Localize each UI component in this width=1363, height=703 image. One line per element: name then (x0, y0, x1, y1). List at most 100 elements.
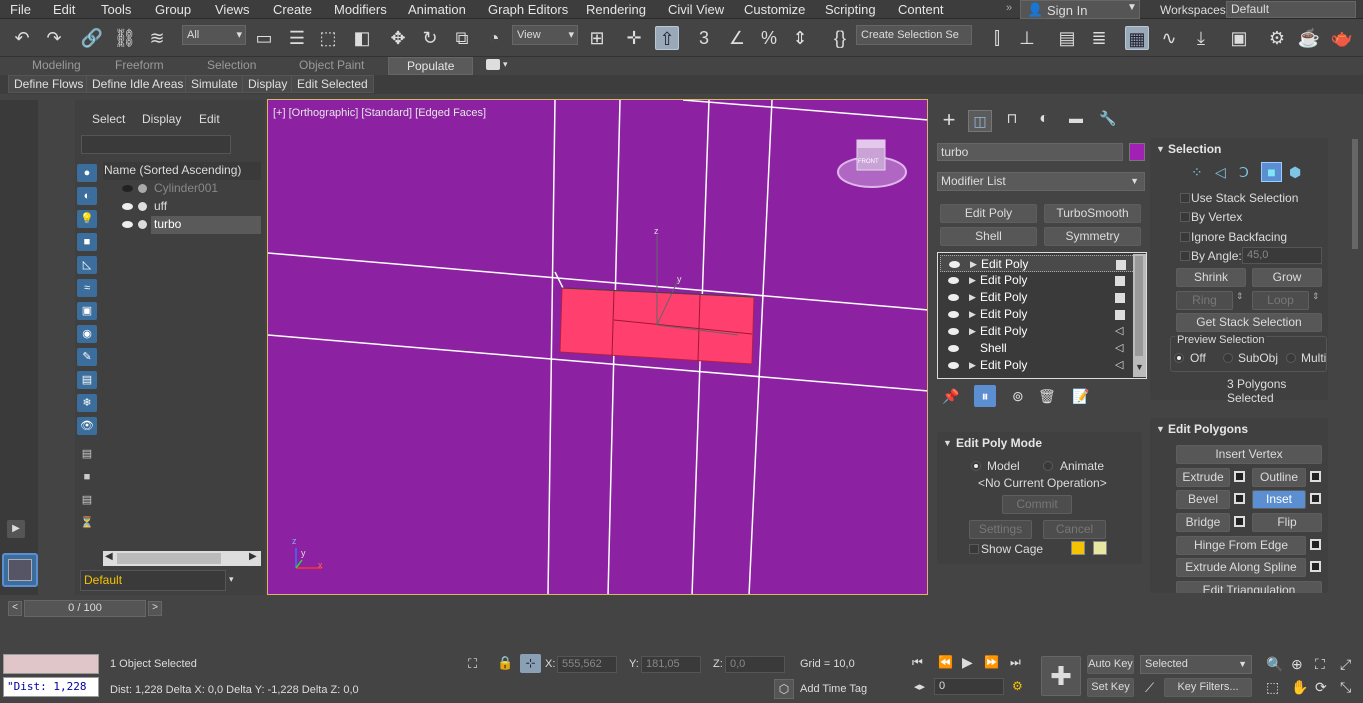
bevel-button[interactable]: Bevel (1176, 490, 1230, 509)
scene-row-uff[interactable]: uff (103, 198, 261, 216)
display-bones-icon[interactable]: ✎ (77, 348, 97, 366)
inset-button[interactable]: Inset (1252, 490, 1306, 509)
material-editor-icon[interactable]: ▣ (1227, 26, 1251, 50)
menu-graph-editors[interactable]: Graph Editors (488, 2, 568, 17)
redo-icon[interactable]: ↷ (42, 26, 66, 50)
curve-editor-icon[interactable]: ∿ (1157, 26, 1181, 50)
settings-button[interactable]: Settings (969, 520, 1032, 539)
scrollbar-thumb[interactable] (117, 553, 221, 564)
outline-settings-icon[interactable] (1310, 471, 1321, 482)
filter-icon[interactable]: ⏳ (77, 514, 97, 532)
hinge-from-edge-button[interactable]: Hinge From Edge (1176, 536, 1306, 555)
zoom-icon[interactable]: 🔍 (1266, 656, 1283, 673)
display-button[interactable]: Display (242, 75, 294, 93)
orbit-icon[interactable]: ⟳ (1315, 679, 1327, 696)
display-groups-icon[interactable]: ▣ (77, 302, 97, 320)
x-coordinate-field[interactable]: 555,562 (557, 656, 617, 673)
vertex-mode-icon[interactable]: ⁘ (1191, 164, 1203, 181)
time-configuration-icon[interactable]: ⚙ (1012, 679, 1023, 693)
motion-tab-icon[interactable]: ◐ (1032, 110, 1056, 132)
viewport-layout-tab[interactable] (2, 553, 38, 587)
collapse-icon[interactable]: ▼ (1156, 144, 1165, 154)
eye-icon[interactable] (122, 203, 133, 210)
loop-button[interactable]: Loop (1252, 291, 1309, 310)
select-place-icon[interactable]: ◔ (482, 26, 506, 50)
configure-modifier-sets-icon[interactable]: 📝 (1072, 388, 1089, 405)
bind-spacewarp-icon[interactable]: ≋ (145, 26, 169, 50)
preview-off-radio[interactable] (1174, 353, 1184, 363)
menu-create[interactable]: Create (273, 2, 312, 17)
ribbon-toggle-icon[interactable]: ▦ (1125, 26, 1149, 50)
display-invert-icon[interactable]: ▤ (77, 491, 97, 509)
zoom-all-icon[interactable]: ⊕ (1291, 656, 1303, 673)
outline-button[interactable]: Outline (1252, 468, 1306, 487)
stack-item[interactable]: ▶ Edit Poly ◁ (940, 323, 1135, 340)
next-frame-icon[interactable]: ⏩ (984, 655, 999, 669)
ribbon-tab-freeform[interactable]: Freeform (115, 57, 164, 75)
display-tab-icon[interactable]: ▬ (1064, 110, 1088, 132)
simulate-button[interactable]: Simulate (185, 75, 244, 93)
render-setup-icon[interactable]: ⚙ (1265, 26, 1289, 50)
edit-poly-mode-title[interactable]: Edit Poly Mode (956, 436, 1042, 450)
commit-button[interactable]: Commit (1002, 495, 1072, 514)
named-selection-dropdown[interactable]: Create Selection Se (856, 25, 972, 45)
default-in-out-tangents-icon[interactable]: ⟋ (1145, 680, 1154, 696)
extrude-spline-settings-icon[interactable] (1310, 561, 1321, 572)
quick-edit-poly-button[interactable]: Edit Poly (940, 204, 1037, 223)
scene-horizontal-scrollbar[interactable]: ◀ ▶ (103, 551, 261, 566)
quick-turbosmooth-button[interactable]: TurboSmooth (1044, 204, 1141, 223)
eye-icon[interactable] (948, 362, 959, 369)
eye-icon[interactable] (948, 277, 959, 284)
display-cameras-icon[interactable]: ■ (77, 233, 97, 251)
viewport-label[interactable]: [+] [Orthographic] [Standard] [Edged Fac… (273, 107, 486, 119)
make-unique-icon[interactable]: ⊚ (1012, 388, 1024, 405)
command-panel-scrollbar[interactable] (1352, 139, 1358, 249)
model-radio[interactable] (971, 461, 981, 471)
eye-icon[interactable] (948, 294, 959, 301)
chevron-down-icon[interactable]: ▼ (1135, 362, 1144, 372)
maxscript-listener-pink[interactable] (3, 654, 99, 674)
scene-search-input[interactable] (81, 135, 231, 154)
display-frozen-icon[interactable]: ❄ (77, 394, 97, 412)
selection-filter-dropdown[interactable]: All ▾ (182, 25, 246, 45)
play-icon[interactable]: ▶ (962, 654, 973, 671)
time-slider[interactable]: 0 / 100 (24, 600, 146, 617)
keyboard-shortcut-override-icon[interactable]: ⇧ (655, 26, 679, 50)
extrude-button[interactable]: Extrude (1176, 468, 1230, 487)
utilities-tab-icon[interactable]: 🔧 (1096, 110, 1120, 132)
layer-explorer-icon[interactable]: ≣ (1087, 26, 1111, 50)
insert-vertex-button[interactable]: Insert Vertex (1176, 445, 1322, 464)
maximize-viewport-icon[interactable]: ⤡ (1340, 679, 1351, 696)
selection-title[interactable]: Selection (1168, 142, 1221, 156)
show-cage-checkbox[interactable] (969, 544, 979, 554)
modifier-list-dropdown[interactable]: Modifier List ▼ (937, 172, 1145, 191)
modify-tab-icon[interactable]: ◫ (968, 110, 992, 132)
ring-spinner-icon[interactable]: ⇕ (1236, 291, 1244, 302)
remove-modifier-icon[interactable]: 🗑 (1038, 388, 1056, 405)
flip-button[interactable]: Flip (1252, 513, 1322, 532)
sign-in-dropdown[interactable]: 👤 Sign In ▼ (1020, 0, 1140, 19)
display-spacewarps-icon[interactable]: ≈ (77, 279, 97, 297)
display-none-icon[interactable]: ■ (77, 468, 97, 486)
window-crossing-icon[interactable]: ◧ (350, 26, 374, 50)
expand-arrow-icon[interactable]: ▶ (7, 520, 25, 538)
display-geometry-icon[interactable]: ● (77, 164, 97, 182)
key-filters-button[interactable]: Key Filters... (1164, 678, 1252, 697)
ribbon-options-icon[interactable] (486, 59, 500, 70)
quick-shell-button[interactable]: Shell (940, 227, 1037, 246)
create-tab-icon[interactable]: + (936, 108, 962, 132)
stack-item[interactable]: ▶ Edit Poly ◁ (940, 357, 1135, 374)
stack-item[interactable]: Shell ◁ (940, 340, 1135, 357)
render-frame-icon[interactable]: ☕ (1297, 26, 1321, 50)
edit-polygons-title[interactable]: Edit Polygons (1168, 422, 1248, 436)
edit-selected-button[interactable]: Edit Selected (291, 75, 374, 93)
ribbon-tab-object-paint[interactable]: Object Paint (299, 57, 364, 75)
bevel-settings-icon[interactable] (1234, 493, 1245, 504)
scene-explorer-toggle-icon[interactable]: ▤ (1055, 26, 1079, 50)
display-xrefs-icon[interactable]: ◉ (77, 325, 97, 343)
scene-row-turbo[interactable]: turbo (103, 216, 261, 234)
display-shapes-icon[interactable]: ◐ (77, 187, 97, 205)
expand-arrow-icon[interactable]: ▶ (970, 256, 977, 273)
define-flows-button[interactable]: Define Flows (8, 75, 90, 93)
inset-settings-icon[interactable] (1310, 493, 1321, 504)
